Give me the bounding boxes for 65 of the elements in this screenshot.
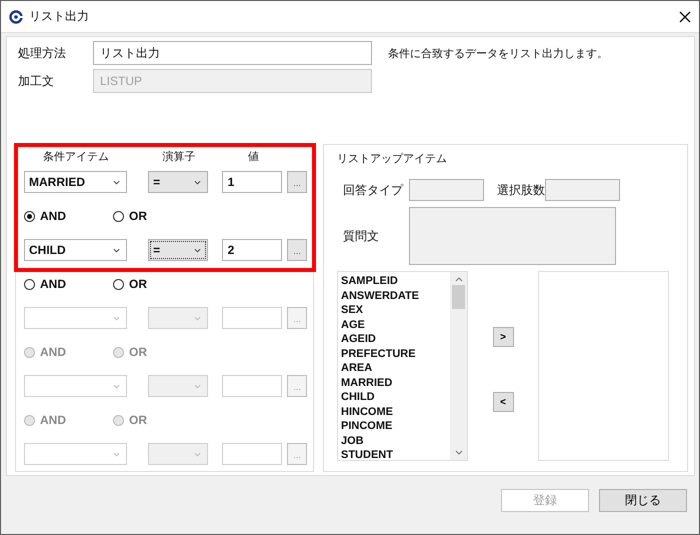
radio-label[interactable]: OR bbox=[129, 277, 147, 291]
field-label: 選択肢数 bbox=[497, 182, 545, 198]
column-header: 条件アイテム bbox=[42, 150, 110, 163]
description-text: 条件に合致するデータをリスト出力します。 bbox=[388, 46, 608, 60]
column-header: 値 bbox=[247, 150, 260, 163]
radio-button[interactable] bbox=[24, 278, 35, 290]
section-title: リストアップアイテム bbox=[337, 152, 448, 165]
list-item[interactable]: STUDENT bbox=[341, 448, 447, 460]
scroll-thumb[interactable] bbox=[452, 285, 465, 309]
radio-button[interactable] bbox=[113, 210, 124, 222]
radio-button[interactable] bbox=[24, 210, 35, 222]
scroll-down-icon[interactable] bbox=[454, 450, 462, 455]
field-label: 処理方法 bbox=[17, 44, 67, 62]
chevron-icon bbox=[194, 248, 201, 252]
value-field[interactable]: 2 bbox=[222, 239, 282, 261]
scrollbar[interactable] bbox=[450, 272, 467, 460]
close-icon[interactable] bbox=[679, 10, 691, 22]
radio-button[interactable] bbox=[113, 278, 124, 290]
list-item[interactable]: SEX bbox=[341, 303, 447, 318]
method-field[interactable]: リスト出力 bbox=[93, 41, 372, 65]
list-item[interactable]: SAMPLEID bbox=[341, 274, 447, 288]
scroll-up-icon[interactable] bbox=[454, 277, 462, 282]
browse-button[interactable]: ... bbox=[287, 171, 307, 193]
selected-items-list[interactable] bbox=[538, 271, 669, 461]
remove-button[interactable]: < bbox=[492, 392, 514, 412]
radio-label[interactable]: AND bbox=[40, 277, 66, 291]
list-item[interactable]: AGE bbox=[341, 318, 447, 332]
operator-dropdown[interactable]: = bbox=[148, 239, 208, 261]
list-item[interactable]: AGEID bbox=[341, 332, 447, 346]
list-item[interactable]: MARRIED bbox=[341, 376, 447, 390]
window-title: リスト出力 bbox=[29, 8, 90, 25]
chevron-icon bbox=[113, 180, 120, 184]
list-item[interactable]: PREFECTURE bbox=[341, 346, 447, 361]
list-item[interactable]: ANSWERDATE bbox=[341, 288, 447, 303]
field-label: 加工文 bbox=[17, 72, 55, 90]
list-item[interactable]: PINCOME bbox=[341, 419, 447, 434]
browse-button[interactable]: ... bbox=[287, 239, 307, 261]
dialog-button[interactable]: 閉じる bbox=[599, 489, 687, 512]
field-label: 質問文 bbox=[342, 228, 380, 244]
chevron-icon bbox=[194, 316, 201, 320]
app-logo-icon bbox=[9, 10, 23, 24]
item-dropdown[interactable]: MARRIED bbox=[24, 171, 128, 193]
column-header: 演算子 bbox=[162, 150, 196, 163]
add-button[interactable]: > bbox=[492, 327, 514, 347]
chevron-icon bbox=[194, 452, 201, 456]
chevron-icon bbox=[194, 384, 201, 388]
value-field[interactable] bbox=[222, 443, 282, 465]
value-field[interactable] bbox=[222, 375, 282, 397]
value-field[interactable]: 1 bbox=[222, 171, 282, 193]
chevron-icon bbox=[113, 316, 120, 320]
item-dropdown[interactable]: CHILD bbox=[24, 239, 128, 261]
chevron-icon bbox=[113, 248, 120, 252]
list-item[interactable]: JOB bbox=[341, 434, 447, 448]
list-item[interactable]: HINCOME bbox=[341, 404, 447, 419]
radio-label[interactable]: AND bbox=[40, 209, 66, 223]
chevron-icon bbox=[194, 180, 201, 184]
operator-dropdown[interactable]: = bbox=[148, 171, 208, 193]
available-items-list[interactable]: SAMPLEID ANSWERDATE SEX AGE AGEID PREFECTURE AREA MARRIED CHILD HINCOME PINCOME JOB STUDENT bbox=[337, 271, 468, 461]
field-label: 回答タイプ bbox=[342, 182, 404, 198]
radio-label[interactable]: OR bbox=[129, 209, 147, 223]
value-field[interactable] bbox=[222, 307, 282, 329]
chevron-icon bbox=[113, 384, 120, 388]
list-item[interactable]: CHILD bbox=[341, 390, 447, 404]
chevron-icon bbox=[113, 452, 120, 456]
list-item[interactable]: AREA bbox=[341, 361, 447, 376]
